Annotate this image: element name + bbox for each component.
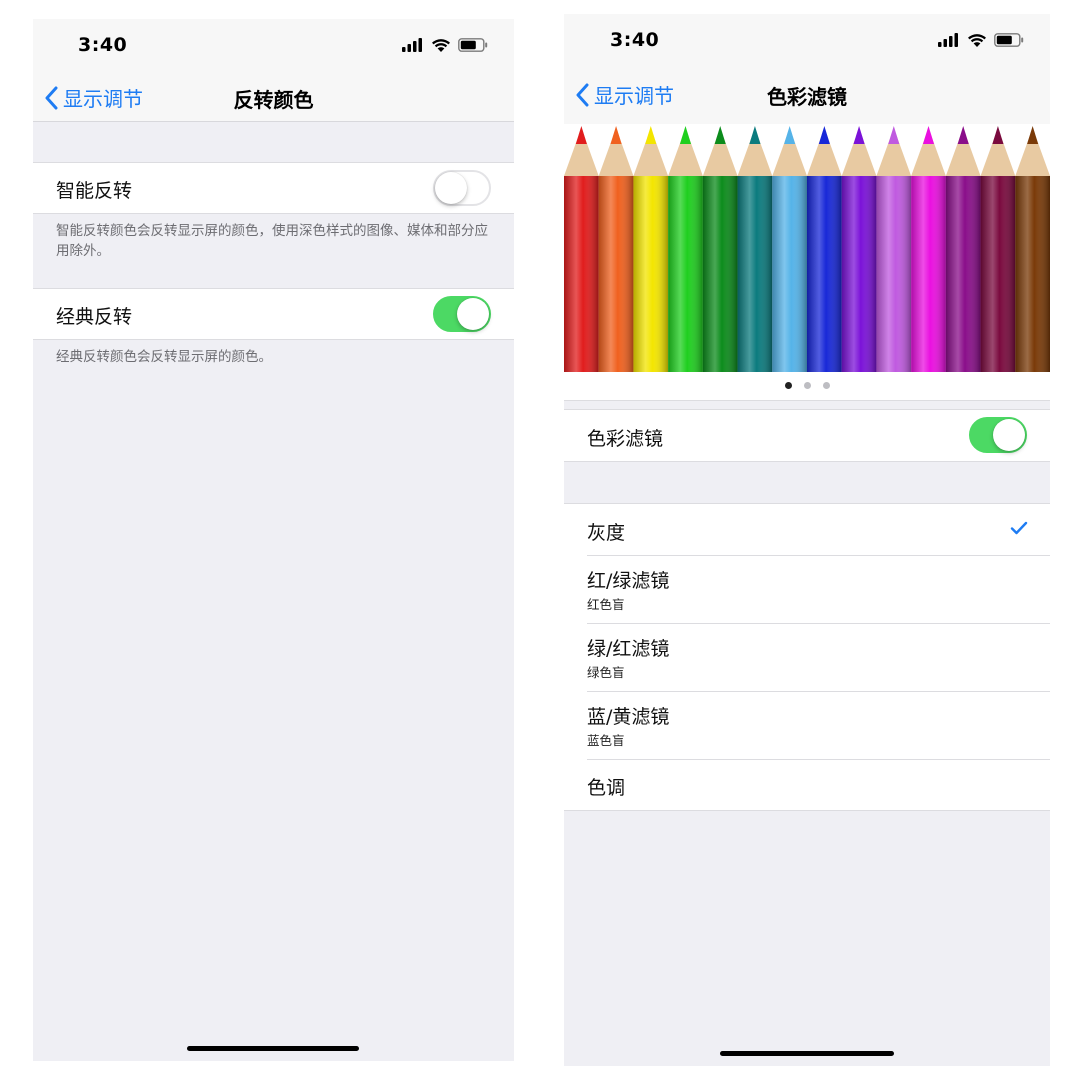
pencil: [598, 126, 634, 372]
classic-invert-label: 经典反转: [56, 306, 133, 328]
filter-options-list: 灰度 红/绿滤镜 红色盲 绿/红滤镜 绿色盲 蓝/黄滤镜 蓝色盲 色调: [564, 503, 1050, 811]
navigation-bar: 显示调节 色彩滤镜: [564, 70, 1050, 124]
cellular-signal-icon: [402, 38, 422, 52]
filter-title: 绿/红滤镜: [587, 638, 670, 660]
pencil: [702, 126, 738, 372]
page-title: 反转颜色: [233, 88, 314, 112]
filter-subtitle: 蓝色盲: [587, 733, 625, 748]
wifi-icon: [968, 34, 986, 47]
smart-invert-toggle[interactable]: [433, 170, 491, 206]
invert-colors-screen: 3:40 显示调节 反转颜色 智能反转 智能反转颜色会反转显示屏的颜色，使用深色…: [33, 19, 514, 1061]
filter-title: 蓝/黄滤镜: [587, 706, 670, 728]
home-indicator[interactable]: [720, 1051, 894, 1056]
filter-option-grayscale[interactable]: 灰度: [564, 504, 1050, 555]
filter-option-protanopia[interactable]: 红/绿滤镜 红色盲: [564, 556, 1050, 623]
status-bar: 3:40: [33, 19, 514, 75]
filter-subtitle: 绿色盲: [587, 665, 625, 680]
filter-option-color-tint[interactable]: 色调: [564, 760, 1050, 810]
pencil: [911, 126, 946, 372]
smart-invert-label: 智能反转: [56, 180, 133, 202]
page-title: 色彩滤镜: [767, 85, 847, 109]
pencil: [876, 126, 912, 372]
filter-option-deuteranopia[interactable]: 绿/红滤镜 绿色盲: [564, 624, 1050, 691]
page-dot[interactable]: [822, 382, 830, 389]
status-bar: 3:40: [564, 14, 1050, 70]
color-filters-toggle[interactable]: [969, 417, 1027, 453]
color-filters-label: 色彩滤镜: [587, 428, 664, 450]
smart-invert-description: 智能反转颜色会反转显示屏的颜色，使用深色样式的图像、媒体和部分应用除外。: [56, 223, 488, 259]
page-control[interactable]: [564, 372, 1050, 401]
checkmark-icon: [1010, 521, 1028, 535]
cellular-signal-icon: [938, 33, 958, 47]
filter-title: 色调: [587, 777, 626, 799]
battery-icon: [458, 38, 488, 52]
color-filters-screen: 3:40 显示调节 色彩滤镜 色彩滤镜 灰度 红/绿滤镜 红色盲 绿/红滤镜 绿…: [564, 14, 1050, 1066]
pencil: [737, 126, 773, 372]
page-dot[interactable]: [803, 382, 811, 389]
classic-invert-row: 经典反转: [33, 288, 514, 340]
classic-invert-toggle[interactable]: [433, 296, 491, 332]
filter-title: 灰度: [587, 522, 626, 544]
classic-invert-description: 经典反转颜色会反转显示屏的颜色。: [56, 349, 272, 365]
pencil: [807, 126, 842, 372]
status-time: 3:40: [78, 34, 128, 56]
pencil: [668, 126, 703, 372]
color-pencils-preview-image[interactable]: [564, 124, 1050, 372]
pencil: [945, 126, 981, 372]
status-time: 3:40: [610, 29, 660, 51]
page-dot-active[interactable]: [784, 382, 792, 389]
wifi-icon: [432, 39, 450, 52]
home-indicator[interactable]: [187, 1046, 359, 1051]
navigation-bar: 显示调节 反转颜色: [33, 75, 514, 122]
battery-icon: [994, 33, 1024, 47]
pencil: [1015, 126, 1050, 372]
pencil: [564, 126, 599, 372]
pencil: [841, 126, 877, 372]
smart-invert-row: 智能反转: [33, 162, 514, 214]
color-filters-toggle-row: 色彩滤镜: [564, 409, 1050, 462]
pencil: [772, 126, 807, 372]
filter-title: 红/绿滤镜: [587, 570, 670, 592]
pencil: [980, 126, 1016, 372]
filter-option-tritanopia[interactable]: 蓝/黄滤镜 蓝色盲: [564, 692, 1050, 759]
pencil: [633, 126, 669, 372]
filter-subtitle: 红色盲: [587, 597, 625, 612]
